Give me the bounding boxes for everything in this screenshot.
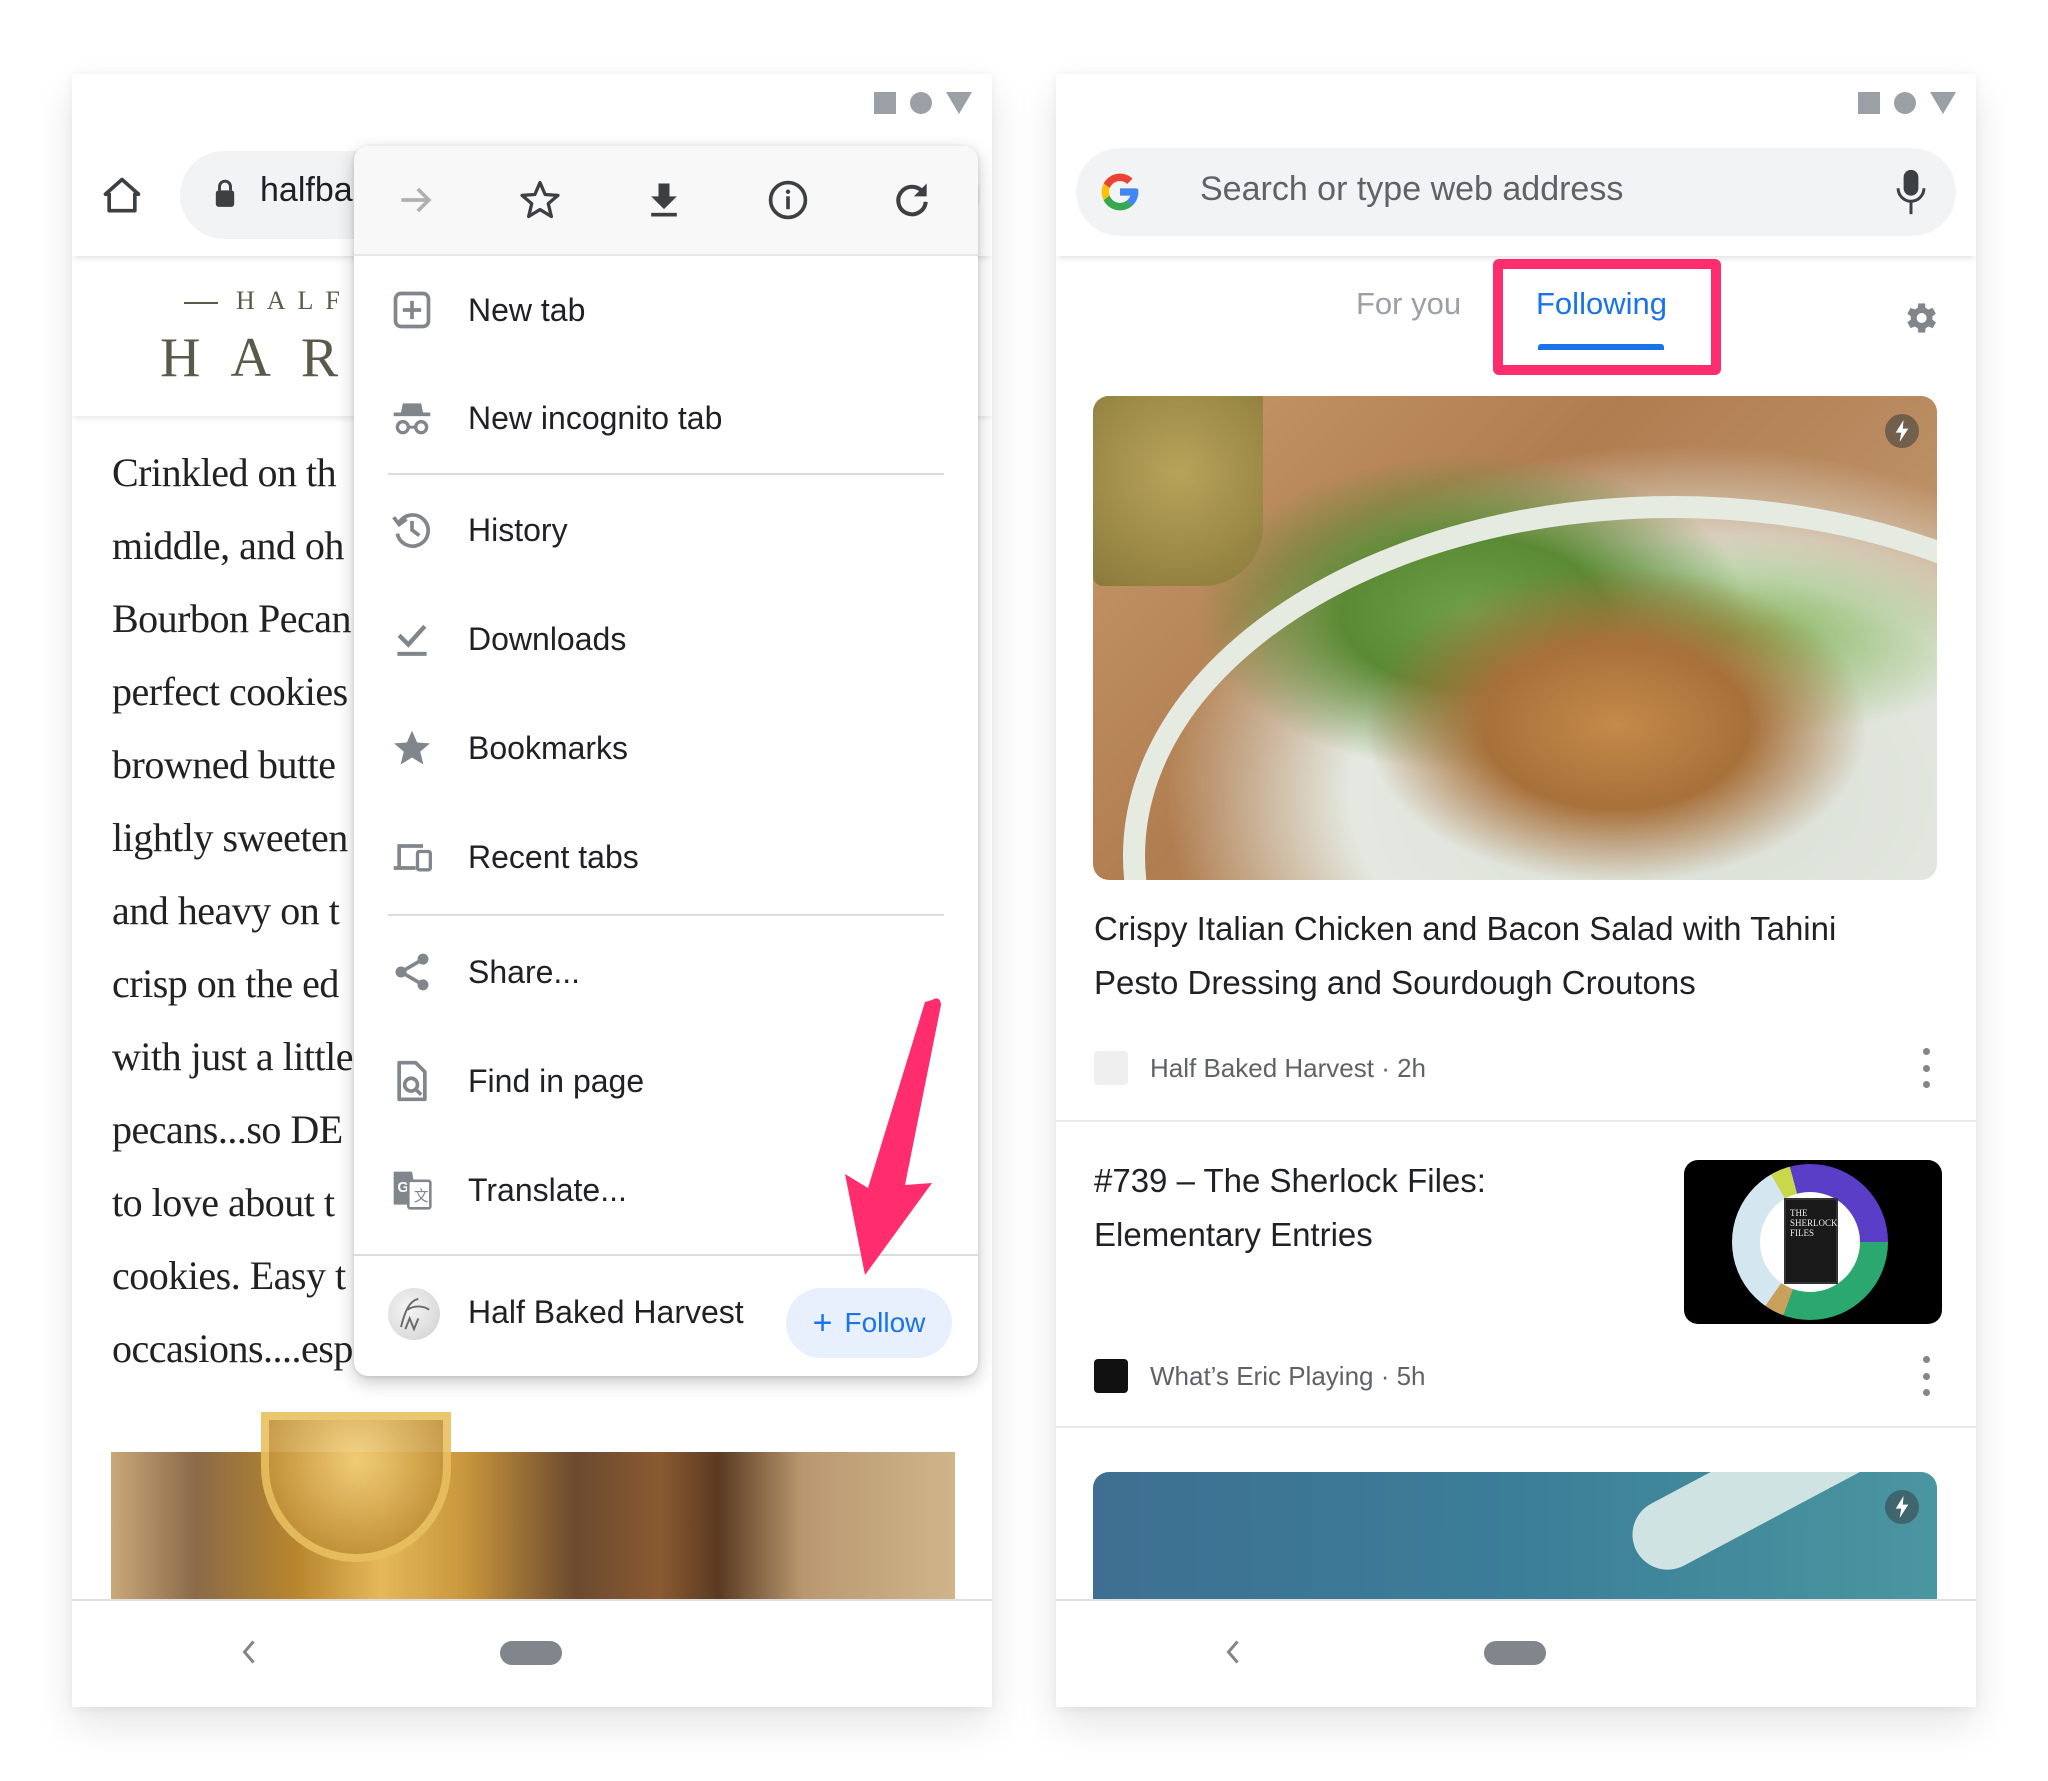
bookmarks-icon xyxy=(388,724,436,772)
status-bar xyxy=(72,74,992,144)
menu-item-label: Find in page xyxy=(468,1062,645,1099)
card-thumbnail-sherlock[interactable]: THE SHERLOCK FILES xyxy=(1684,1160,1942,1324)
home-nav-pill[interactable] xyxy=(1484,1641,1546,1665)
card-source-text: What’s Eric Playing · 5h xyxy=(1150,1360,1426,1391)
amp-lightning-icon xyxy=(1885,414,1919,448)
refresh-button[interactable] xyxy=(850,146,974,255)
card-title[interactable]: Crispy Italian Chicken and Bacon Salad w… xyxy=(1094,902,1914,1010)
overflow-menu: New tab New incognito tab History Downlo… xyxy=(354,146,978,1376)
back-nav-icon[interactable] xyxy=(237,1637,261,1667)
menu-divider xyxy=(354,1254,978,1256)
right-phone-screen: Search or type web address For you Follo… xyxy=(1056,74,1976,1707)
menu-item-label: Translate... xyxy=(468,1171,627,1208)
menu-item-label: New incognito tab xyxy=(468,399,723,436)
status-bar xyxy=(1056,74,1976,144)
menu-item-label: History xyxy=(468,511,568,548)
menu-item-new-incognito-tab[interactable]: New incognito tab xyxy=(354,364,978,472)
menu-icon-row xyxy=(354,146,978,256)
find-in-page-icon xyxy=(388,1057,436,1105)
menu-item-new-tab[interactable]: New tab xyxy=(354,256,978,364)
svg-text:文: 文 xyxy=(414,1188,429,1205)
source-logo-icon xyxy=(1094,1051,1128,1085)
recents-status-icon xyxy=(1858,92,1880,114)
annotation-highlight-box xyxy=(1493,259,1721,375)
system-nav-bar xyxy=(1056,1599,1976,1707)
site-logo-main: HAR xyxy=(160,327,369,389)
menu-item-translate[interactable]: G文 Translate... xyxy=(354,1136,978,1244)
card-image-salad[interactable] xyxy=(1093,396,1937,880)
card-source: Half Baked Harvest · 2h xyxy=(1094,1050,1426,1086)
url-text: halfba xyxy=(260,171,353,209)
home-status-icon xyxy=(1894,92,1916,114)
menu-item-bookmarks[interactable]: Bookmarks xyxy=(354,694,978,802)
menu-item-label: Bookmarks xyxy=(468,729,629,766)
card-title[interactable]: #739 – The Sherlock Files: Elementary En… xyxy=(1094,1154,1654,1262)
home-icon[interactable] xyxy=(100,174,144,218)
ntp-toolbar: Search or type web address xyxy=(1056,74,1976,256)
menu-item-history[interactable]: History xyxy=(354,476,978,584)
menu-divider xyxy=(388,914,944,916)
forward-button[interactable] xyxy=(354,146,478,255)
share-icon xyxy=(388,948,436,996)
menu-item-label: New tab xyxy=(468,291,586,328)
menu-item-share[interactable]: Share... xyxy=(354,918,978,1026)
site-logo-top: HALF xyxy=(184,286,352,316)
incognito-icon xyxy=(388,394,436,442)
svg-text:G: G xyxy=(397,1180,408,1196)
site-avatar xyxy=(388,1288,440,1340)
system-nav-bar xyxy=(72,1599,992,1707)
bookmark-page-button[interactable] xyxy=(478,146,602,255)
plus-icon: + xyxy=(812,1304,833,1342)
new-tab-icon xyxy=(388,286,436,334)
recent-tabs-icon xyxy=(388,833,436,881)
menu-item-recent-tabs[interactable]: Recent tabs xyxy=(354,803,978,911)
history-icon xyxy=(388,506,436,554)
card-divider xyxy=(1056,1120,1976,1122)
left-phone-screen: halfba HALF HAR Crinkled on th middle, a… xyxy=(72,74,992,1707)
card-more-menu-icon[interactable] xyxy=(1920,1356,1932,1396)
menu-item-find-in-page[interactable]: Find in page xyxy=(354,1027,978,1135)
back-status-icon xyxy=(946,92,972,114)
site-name: Half Baked Harvest xyxy=(468,1294,744,1330)
search-box[interactable]: Search or type web address xyxy=(1076,148,1956,236)
amp-lightning-icon xyxy=(1885,1490,1919,1524)
google-logo-icon xyxy=(1101,173,1139,211)
gear-icon[interactable] xyxy=(1900,298,1940,338)
follow-button[interactable]: + Follow xyxy=(786,1288,952,1358)
tab-for-you[interactable]: For you xyxy=(1356,286,1461,322)
forward-icon xyxy=(401,187,432,213)
download-icon xyxy=(651,183,677,217)
card-more-menu-icon[interactable] xyxy=(1920,1048,1932,1088)
back-nav-icon[interactable] xyxy=(1221,1637,1245,1667)
page-info-button[interactable] xyxy=(726,146,850,255)
menu-item-label: Downloads xyxy=(468,620,627,657)
microphone-icon[interactable] xyxy=(1896,168,1926,216)
card-image-whale[interactable] xyxy=(1093,1472,1937,1612)
home-status-icon xyxy=(910,92,932,114)
recents-status-icon xyxy=(874,92,896,114)
card-source: What’s Eric Playing · 5h xyxy=(1094,1358,1426,1394)
search-placeholder: Search or type web address xyxy=(1200,170,1624,208)
translate-icon: G文 xyxy=(388,1166,436,1214)
back-status-icon xyxy=(1930,92,1956,114)
downloads-icon xyxy=(388,615,436,663)
article-image-cookies xyxy=(111,1412,955,1600)
home-nav-pill[interactable] xyxy=(500,1641,562,1665)
menu-item-label: Recent tabs xyxy=(468,838,639,875)
follow-button-label: Follow xyxy=(844,1307,926,1338)
menu-item-downloads[interactable]: Downloads xyxy=(354,585,978,693)
refresh-icon xyxy=(896,183,928,217)
star-outline-icon xyxy=(520,180,560,219)
download-page-button[interactable] xyxy=(602,146,726,255)
card-source-text: Half Baked Harvest · 2h xyxy=(1150,1052,1427,1083)
source-logo-icon xyxy=(1094,1359,1128,1393)
menu-item-label: Share... xyxy=(468,953,581,990)
lock-icon xyxy=(215,179,235,207)
follow-site-row: Half Baked Harvest + Follow xyxy=(354,1258,978,1368)
menu-divider xyxy=(388,473,944,475)
card-divider xyxy=(1056,1426,1976,1428)
info-icon xyxy=(768,180,808,220)
thumbnail-box-title: THE SHERLOCK FILES xyxy=(1790,1208,1838,1238)
